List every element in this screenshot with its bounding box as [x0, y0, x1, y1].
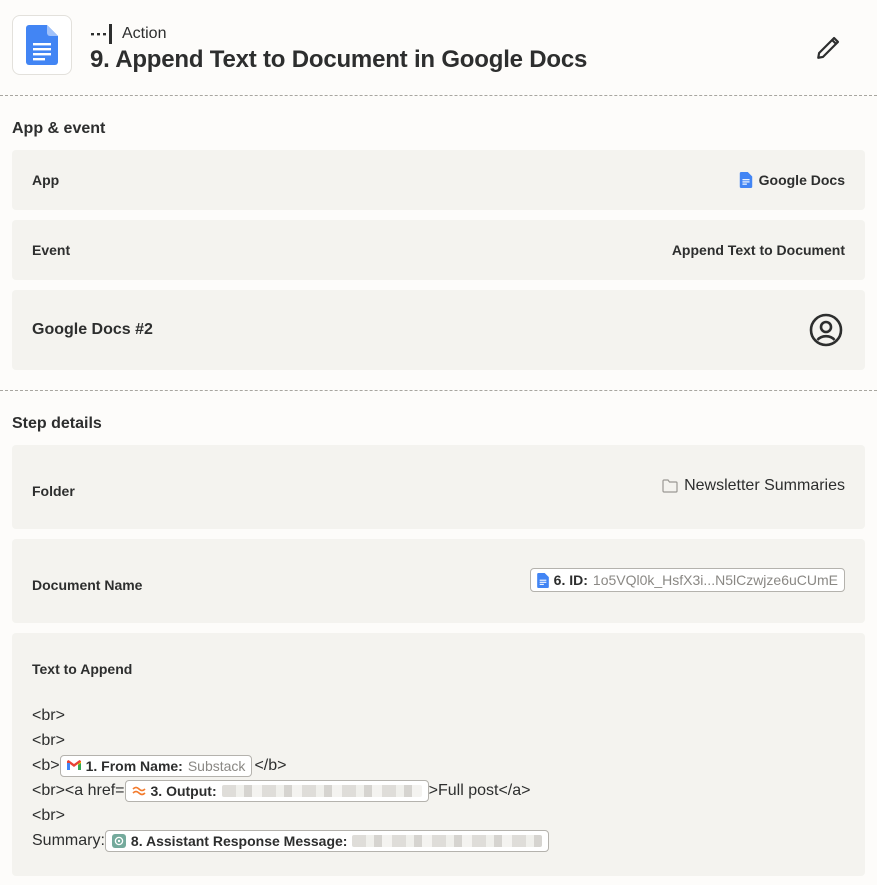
- document-name-row[interactable]: Document Name 6. ID: 1o5VQl0k_HsfX3i...N…: [12, 539, 865, 623]
- text-line: <br><a href= 3. Output: >Full post</a>: [32, 778, 549, 803]
- text-fragment: <b>: [32, 756, 60, 774]
- pill-field-value: Substack: [187, 757, 246, 774]
- text-fragment: >Full post</a>: [428, 781, 531, 799]
- folder-label: Folder: [32, 483, 75, 499]
- gmail-icon: [66, 760, 81, 770]
- pill-field-name: 1. From Name:: [85, 757, 183, 774]
- account-row[interactable]: Google Docs #2: [12, 290, 865, 370]
- assistant-response-pill[interactable]: 8. Assistant Response Message:: [104, 829, 550, 852]
- step-details-section-title: Step details: [12, 415, 102, 432]
- user-circle-icon: [809, 313, 843, 347]
- step-kind: Action: [90, 22, 166, 46]
- text-fragment: </b>: [254, 756, 287, 774]
- openai-icon: [111, 833, 126, 848]
- folder-row[interactable]: Folder Newsletter Summaries: [12, 445, 865, 529]
- event-label: Event: [32, 242, 71, 258]
- text-fragment: <br><a href=: [32, 781, 125, 799]
- google-docs-icon: [739, 172, 752, 188]
- from-name-pill[interactable]: 1. From Name: Substack: [59, 754, 253, 777]
- redacted-value: [352, 834, 543, 847]
- text-fragment: Summary:: [32, 831, 105, 849]
- event-value: Append Text to Document: [671, 242, 845, 258]
- section-divider: [0, 95, 877, 96]
- text-line: <br>: [32, 731, 65, 749]
- google-docs-icon: [536, 572, 549, 588]
- text-to-append-row[interactable]: Text to Append <br> <br> <b> 1. From Nam…: [12, 633, 865, 876]
- edit-step-button[interactable]: [810, 30, 846, 66]
- event-row[interactable]: Event Append Text to Document: [12, 220, 865, 280]
- text-line: <br>: [32, 806, 65, 824]
- text-line: <br>: [32, 706, 65, 724]
- google-docs-icon: [26, 25, 58, 65]
- pill-field-name: 6. ID:: [553, 572, 588, 588]
- folder-icon: [662, 479, 678, 493]
- account-label: Google Docs #2: [32, 321, 153, 338]
- action-step-icon: [91, 24, 112, 44]
- redacted-value: [221, 784, 422, 797]
- folder-value-label: Newsletter Summaries: [684, 477, 845, 494]
- pencil-icon: [817, 36, 840, 59]
- step-title: 9. Append Text to Document in Google Doc…: [90, 46, 588, 73]
- app-value-label: Google Docs: [758, 172, 845, 188]
- pill-field-name: 8. Assistant Response Message:: [130, 832, 348, 849]
- text-line: <b> 1. From Name: Substack </b>: [32, 753, 549, 778]
- app-label: App: [32, 172, 60, 188]
- pill-field-value: 1o5VQl0k_HsfX3i...N5lCzwjze6uCUmE: [592, 572, 838, 588]
- output-pill[interactable]: 3. Output:: [124, 779, 429, 802]
- app-row[interactable]: App Google Docs: [12, 150, 865, 210]
- document-id-pill[interactable]: 6. ID: 1o5VQl0k_HsfX3i...N5lCzwjze6uCUmE: [529, 568, 845, 592]
- google-docs-app-tile: [12, 15, 72, 75]
- folder-value: Newsletter Summaries: [662, 477, 845, 495]
- app-event-section-title: App & event: [12, 120, 106, 137]
- text-to-append-value: <br> <br> <b> 1. From Name: Substack </b…: [32, 703, 550, 853]
- formatter-icon: [131, 786, 146, 795]
- section-divider: [0, 390, 877, 391]
- document-name-label: Document Name: [32, 577, 143, 593]
- step-header: Action 9. Append Text to Document in Goo…: [0, 0, 877, 96]
- text-line: Summary: 8. Assistant Response Message:: [32, 828, 550, 853]
- step-kind-label: Action: [122, 25, 167, 42]
- text-to-append-label: Text to Append: [32, 661, 133, 677]
- app-value: Google Docs: [739, 172, 845, 188]
- pill-field-name: 3. Output:: [150, 782, 217, 799]
